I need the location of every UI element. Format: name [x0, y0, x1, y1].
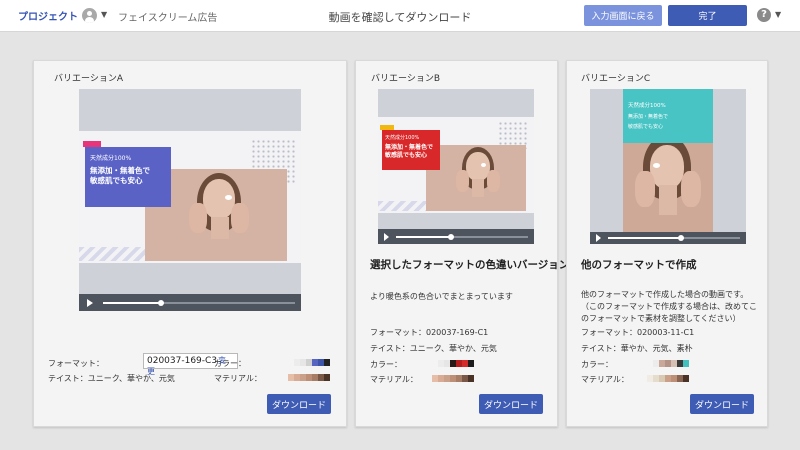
- top-bar: プロジェクト ▼ フェイスクリーム広告 動画を確認してダウンロード 入力画面に戻…: [0, 0, 800, 32]
- text-overlay: 天然成分100% 無添加・無着色で 敏感肌でも安心: [382, 130, 440, 170]
- swatch-7: [324, 359, 330, 366]
- help-chevron-down-icon[interactable]: ▼: [775, 10, 781, 19]
- overlay-small-text: 天然成分100%: [628, 103, 666, 109]
- material-swatches: [288, 374, 330, 381]
- variation-card-a: バリエーションA 天然成分100% 無添加・無着色で 敏感肌でも安心 フォーマッ…: [33, 60, 347, 427]
- variation-card-c: バリエーションC 天然成分100% 無添加・無着色で 敏感肌でも安心 他のフォー…: [566, 60, 768, 427]
- project-name: フェイスクリーム広告: [118, 13, 218, 24]
- material-label: マテリアル：: [214, 374, 262, 383]
- play-icon[interactable]: [384, 232, 389, 241]
- user-avatar-icon[interactable]: [82, 8, 97, 23]
- variation-subtext: より暖色系の色合いでまとまっています: [370, 292, 513, 301]
- swatch-7: [683, 375, 689, 382]
- help-icon[interactable]: ?: [757, 8, 771, 22]
- material-swatches: [432, 375, 474, 382]
- video-controls: [590, 232, 746, 244]
- variation-title: バリエーションC: [581, 74, 651, 84]
- format-text: フォーマット：020037-169-C1: [370, 328, 489, 337]
- taste-text: テイスト：ユニーク、華やか、元気: [370, 344, 497, 353]
- swatch-7: [468, 360, 474, 367]
- swatch-7: [324, 374, 330, 381]
- seek-knob[interactable]: [677, 235, 684, 241]
- taste-text: テイスト：華やか、元気、素朴: [581, 344, 693, 353]
- play-icon[interactable]: [87, 298, 93, 307]
- overlay-small-text: 天然成分100%: [90, 155, 132, 162]
- video-controls: [79, 294, 301, 311]
- video-preview[interactable]: 天然成分100% 無添加・無着色で 敏感肌でも安心: [378, 89, 534, 244]
- variation-title: バリエーションB: [371, 74, 440, 84]
- overlay-line-2: 敏感肌でも安心: [90, 176, 143, 186]
- done-button[interactable]: 完了: [668, 5, 747, 26]
- overlay-line-1: 無添加・無着色で: [385, 144, 434, 151]
- color-swatches: [647, 360, 689, 367]
- video-controls: [378, 229, 534, 244]
- variation-headline: 他のフォーマットで作成: [581, 259, 697, 271]
- color-swatches: [288, 359, 330, 366]
- seek-bar[interactable]: [608, 237, 740, 239]
- variation-title: バリエーションA: [54, 74, 123, 84]
- format-label: フォーマット：: [48, 359, 104, 368]
- text-overlay: 天然成分100% 無添加・無着色で 敏感肌でも安心: [623, 89, 713, 143]
- material-label: マテリアル：: [581, 375, 629, 384]
- format-text: フォーマット：020003-11-C1: [581, 328, 695, 337]
- variation-description-line-1: 他のフォーマットで作成した場合の動画です。: [581, 290, 749, 299]
- seek-bar[interactable]: [103, 301, 295, 304]
- taste-text: テイスト：ユニーク、華やか、元気: [48, 374, 175, 383]
- overlay-line-2: 敏感肌でも安心: [385, 152, 428, 160]
- back-to-input-button[interactable]: 入力画面に戻る: [584, 5, 662, 26]
- variation-description-line-2: （このフォーマットで作成する場合は、改めてこ: [581, 302, 757, 311]
- material-label: マテリアル：: [370, 375, 418, 384]
- variation-headline: 選択したフォーマットの色違いバージョン: [370, 259, 570, 271]
- video-preview[interactable]: 天然成分100% 無添加・無着色で 敏感肌でも安心: [79, 89, 301, 311]
- text-overlay: 天然成分100% 無添加・無着色で 敏感肌でも安心: [85, 147, 171, 207]
- download-button[interactable]: ダウンロード: [267, 394, 331, 414]
- model-photo: [426, 145, 526, 211]
- material-swatches: [647, 375, 689, 382]
- format-value: 020037-169-C3: [147, 356, 218, 366]
- overlay-line-1: 無添加・無着色で: [628, 114, 669, 120]
- seek-bar[interactable]: [396, 235, 528, 238]
- video-preview[interactable]: 天然成分100% 無添加・無着色で 敏感肌でも安心: [590, 89, 746, 244]
- variation-card-b: バリエーションB 天然成分100% 無添加・無着色で 敏感肌でも安心 選択したフ…: [355, 60, 569, 427]
- play-icon[interactable]: [596, 234, 601, 242]
- project-link[interactable]: プロジェクト: [18, 8, 78, 23]
- download-button[interactable]: ダウンロード: [479, 394, 543, 414]
- variation-description-line-3: のフォーマットで素材を調整してください）: [581, 314, 741, 323]
- overlay-line-1: 無添加・無着色で: [90, 166, 150, 175]
- color-swatches: [432, 360, 474, 367]
- seek-knob[interactable]: [157, 299, 164, 306]
- chevron-down-icon[interactable]: ▼: [101, 10, 107, 19]
- overlay-small-text: 天然成分100%: [385, 135, 420, 141]
- download-button[interactable]: ダウンロード: [690, 394, 754, 414]
- swatch-7: [468, 375, 474, 382]
- overlay-line-2: 敏感肌でも安心: [628, 124, 664, 130]
- swatch-7: [683, 360, 689, 367]
- color-label: カラー：: [370, 360, 402, 369]
- color-label: カラー：: [214, 359, 246, 368]
- seek-knob[interactable]: [448, 233, 455, 240]
- color-label: カラー：: [581, 360, 613, 369]
